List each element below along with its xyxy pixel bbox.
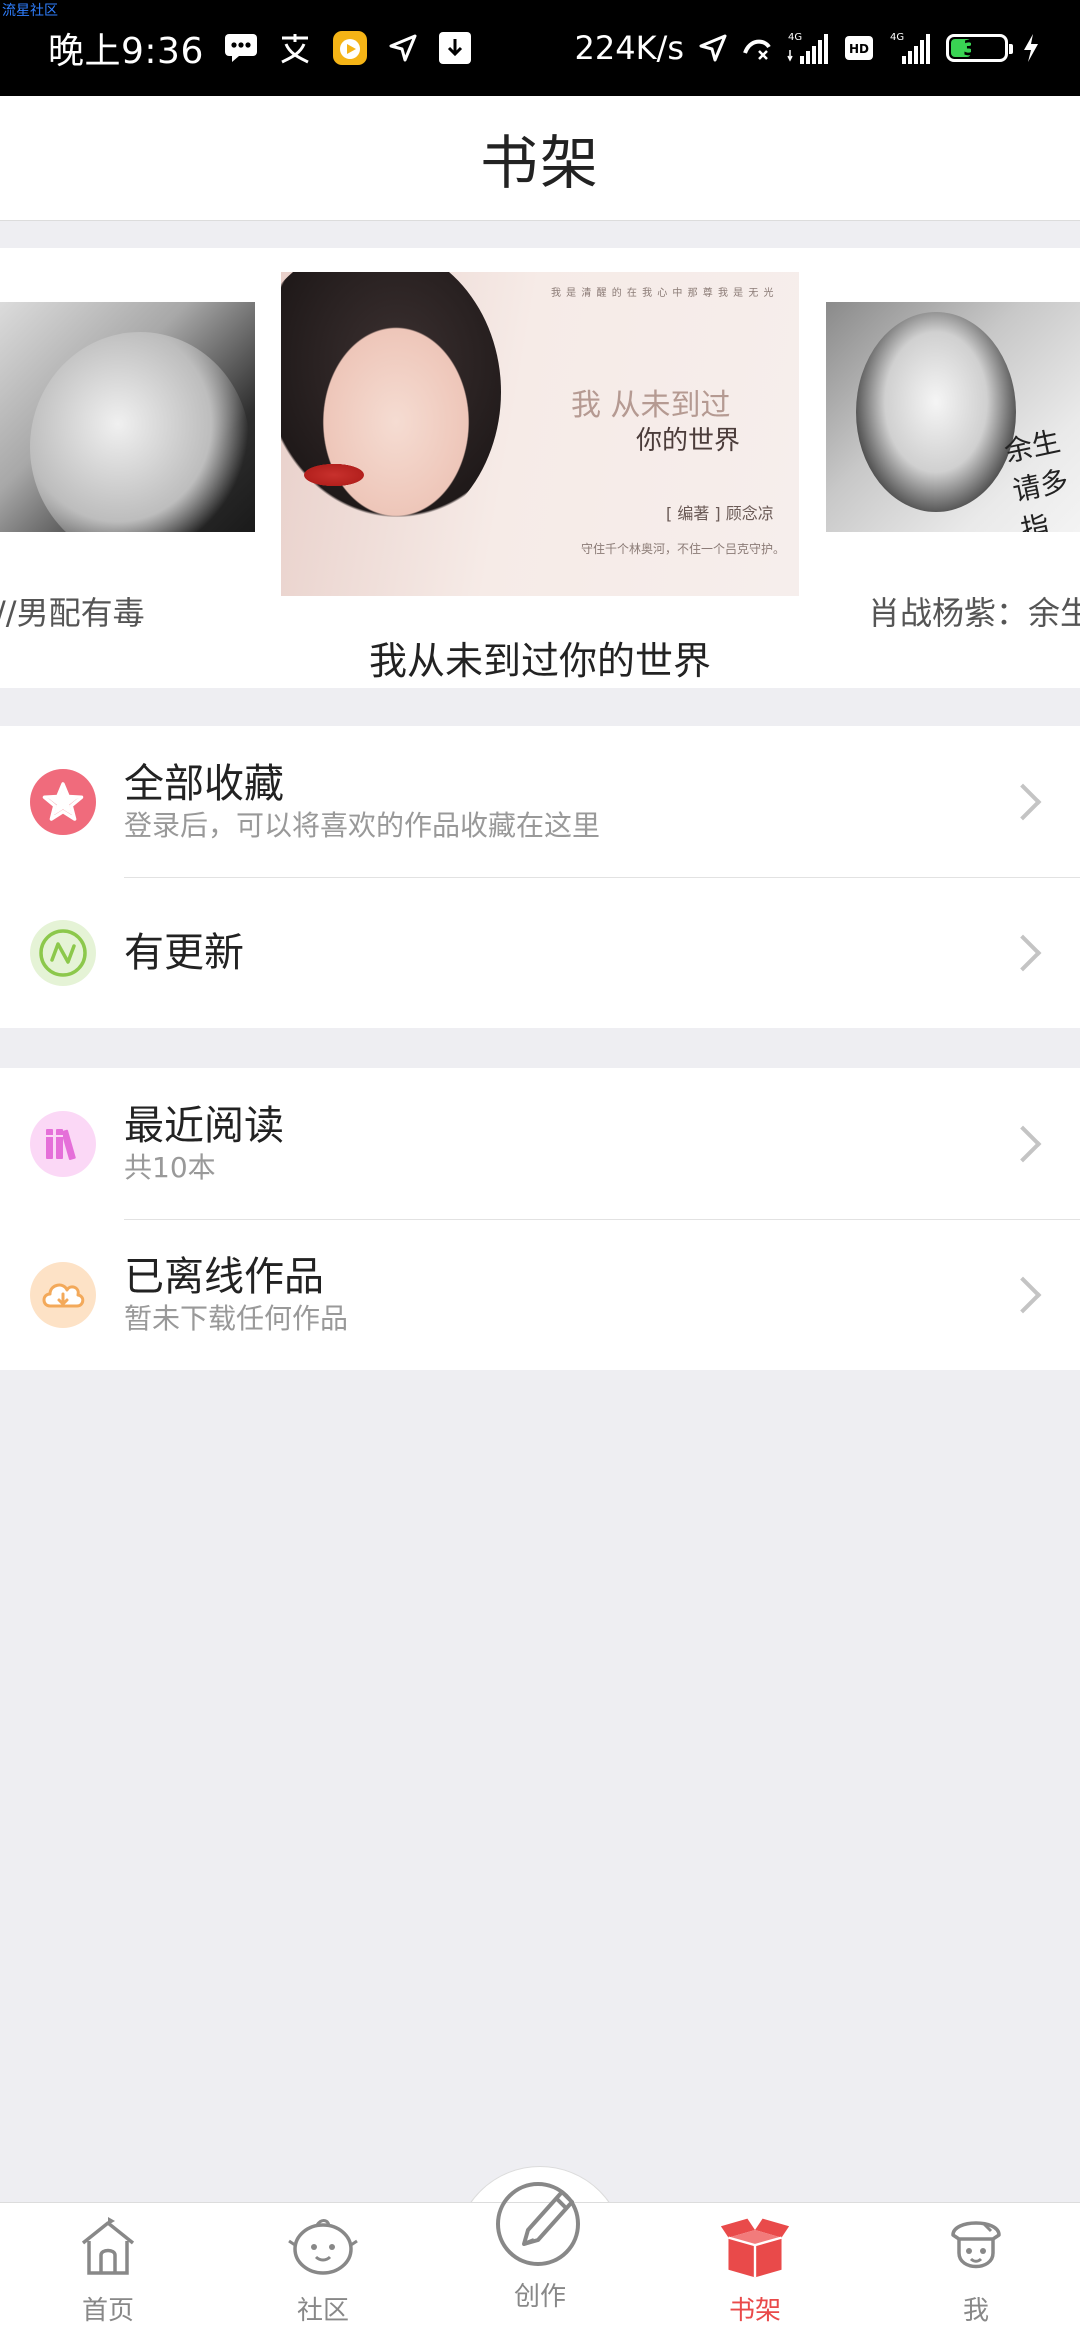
- network-speed: 224K/s: [574, 29, 684, 67]
- menu-sub: 暂未下载任何作品: [124, 1301, 349, 1335]
- nav-home[interactable]: 首页: [28, 2212, 188, 2336]
- svg-text:4G: 4G: [788, 32, 802, 43]
- menu-group-reading: 最近阅读 共10本 已离线作品 暂未下载任何作品: [0, 1068, 1080, 1370]
- nav-home-label: 首页: [81, 2296, 134, 2326]
- video-app-icon: [332, 30, 368, 66]
- svg-text:4G: 4G: [890, 32, 904, 43]
- status-time: 晚上9:36: [48, 31, 204, 72]
- hd-icon: HD: [844, 34, 874, 62]
- menu-text: 最近阅读 共10本: [124, 1102, 284, 1186]
- nav-bookshelf-label: 书架: [728, 2296, 781, 2326]
- battery-level-text: 35: [963, 36, 991, 60]
- book-title-left[interactable]: //男配有毒: [0, 588, 145, 634]
- cover-right-text: 余生请多指: [1001, 424, 1072, 532]
- update-icon: [30, 919, 96, 986]
- svg-text:HD: HD: [849, 42, 869, 56]
- status-bar: 晚上9:36 224K/s 4G HD 4G 35: [0, 0, 1080, 96]
- menu-sub: 共10本: [124, 1150, 216, 1184]
- cloud-download-icon: [30, 1261, 96, 1328]
- cover-art-face: [311, 312, 481, 532]
- book-cover-right[interactable]: 余生请多指: [826, 302, 1080, 532]
- nav-community[interactable]: 社区: [243, 2212, 403, 2336]
- status-left: 晚上9:36: [48, 24, 472, 72]
- menu-sub: 登录后，可以将喜欢的作品收藏在这里: [124, 808, 601, 842]
- signal-4g-icon: 4G: [786, 30, 830, 66]
- book-title-center[interactable]: 我从未到过你的世界: [281, 630, 799, 685]
- nav-community-label: 社区: [296, 2296, 349, 2326]
- watermark-text: 流星社区: [2, 3, 58, 19]
- location-icon: [388, 33, 418, 63]
- signal-4g-icon-2: 4G: [888, 30, 932, 66]
- menu-group-collection: 全部收藏 登录后，可以将喜欢的作品收藏在这里 有更新: [0, 726, 1080, 1028]
- book-cover-left[interactable]: [0, 302, 255, 532]
- nav-bookshelf[interactable]: 书架: [675, 2212, 835, 2336]
- profile-icon: [940, 2212, 1012, 2284]
- menu-label: 最近阅读: [124, 1102, 284, 1149]
- menu-item-offline-works[interactable]: 已离线作品 暂未下载任何作品: [0, 1219, 1080, 1370]
- nav-create-label: 创作: [513, 2282, 566, 2312]
- chevron-right-icon: [1004, 1125, 1042, 1162]
- menu-label: 已离线作品: [124, 1253, 324, 1300]
- bookshelf-box-icon: [719, 2212, 791, 2284]
- download-status-icon: [438, 31, 472, 65]
- home-icon: [72, 2212, 144, 2284]
- status-right: 224K/s 4G HD 4G 35: [574, 24, 1040, 72]
- nav-create[interactable]: 创作: [460, 2170, 620, 2312]
- cover-title-line1: 我 从未到过: [571, 388, 731, 423]
- star-icon: [30, 768, 96, 835]
- menu-label: 全部收藏: [124, 760, 284, 807]
- cover-title-line2: 你的世界: [636, 426, 741, 456]
- call-off-icon: [742, 33, 772, 63]
- book-cover-center[interactable]: 我 是 清 醒 的 在 我 心 中 那 尊 我 是 无 光 我 从未到过 你的世…: [281, 272, 799, 596]
- cover-author: [ 编著 ] 顾念凉: [666, 504, 774, 523]
- menu-text: 全部收藏 登录后，可以将喜欢的作品收藏在这里: [124, 760, 600, 844]
- chevron-right-icon: [1004, 783, 1042, 820]
- location-icon-right: [698, 33, 728, 63]
- cover-art-left: [30, 332, 250, 532]
- chevron-right-icon: [1004, 934, 1042, 971]
- page-title: 书架: [479, 129, 600, 197]
- book-carousel[interactable]: 我 是 清 醒 的 在 我 心 中 那 尊 我 是 无 光 我 从未到过 你的世…: [0, 248, 1080, 688]
- cover-top-text: 我 是 清 醒 的 在 我 心 中 那 尊 我 是 无 光: [551, 288, 775, 299]
- menu-item-recent-reading[interactable]: 最近阅读 共10本: [0, 1068, 1080, 1219]
- menu-text: 已离线作品 暂未下载任何作品: [124, 1253, 348, 1337]
- nav-me-label: 我: [962, 2296, 989, 2326]
- menu-item-updates[interactable]: 有更新: [0, 877, 1080, 1028]
- cover-bottom-text: 守住千个林奥河，不住一个吕克守护。: [581, 542, 786, 556]
- menu-label: 有更新: [124, 929, 244, 976]
- battery-icon: 35: [946, 34, 1013, 62]
- create-pen-icon: [490, 2170, 590, 2270]
- friends-icon: [278, 32, 312, 64]
- chevron-right-icon: [1004, 1276, 1042, 1313]
- book-title-right[interactable]: 肖战杨紫：余生: [868, 588, 1080, 634]
- nav-me[interactable]: 我: [896, 2212, 1056, 2336]
- charging-icon: [1022, 33, 1040, 63]
- menu-item-all-favorites[interactable]: 全部收藏 登录后，可以将喜欢的作品收藏在这里: [0, 726, 1080, 877]
- cover-art-lips: [299, 462, 369, 488]
- menu-text: 有更新: [124, 929, 244, 977]
- cover-art-right: [856, 312, 1016, 512]
- community-icon: [287, 2212, 359, 2284]
- message-icon: [224, 33, 258, 63]
- header: 书架: [0, 96, 1080, 221]
- books-icon: [30, 1110, 96, 1177]
